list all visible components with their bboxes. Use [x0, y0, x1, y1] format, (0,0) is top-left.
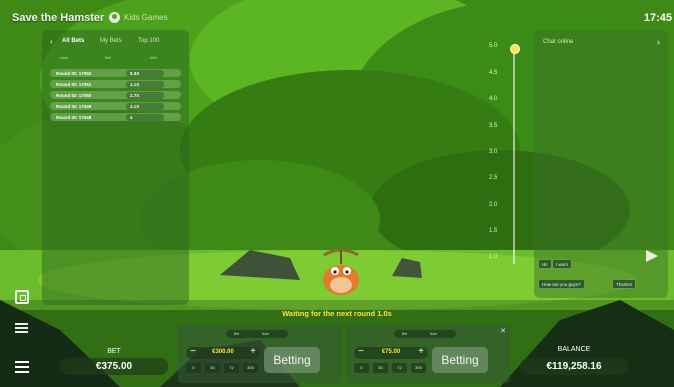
column-win: Win	[150, 55, 157, 60]
quick-amount-button[interactable]: 72	[392, 363, 407, 373]
round-status: Waiting for the next round 1.0s	[282, 309, 392, 318]
quick-amount-button[interactable]: 30	[373, 363, 388, 373]
round-id: Round ID: 17050	[56, 92, 92, 98]
top-bar: Save the Hamster Kids Games 17:45	[0, 0, 674, 30]
tab-top-100[interactable]: Top 100	[138, 38, 159, 44]
round-id: Round ID: 17052	[56, 70, 92, 76]
multiplier-pill: 4	[126, 113, 164, 121]
bet-mode-tabs: Bet Auto	[226, 330, 288, 338]
scale-tick: 2.5	[489, 175, 498, 181]
betting-button[interactable]: Betting	[432, 347, 488, 373]
quick-message-chip[interactable]: How are you guys?	[538, 279, 585, 289]
table-row[interactable]: Round ID: 17048 4	[50, 113, 181, 121]
quick-message-chip[interactable]: Thanks!	[612, 279, 637, 289]
scale-tick: 5.0	[489, 43, 498, 49]
quick-message-chip[interactable]: I won!	[552, 259, 573, 269]
table-row[interactable]: Round ID: 17051 1.1X	[50, 80, 181, 88]
multiplier-value: 4	[130, 114, 133, 120]
round-id: Round ID: 17051	[56, 81, 92, 87]
list-icon[interactable]	[15, 322, 29, 336]
scale-tick: 4.0	[489, 96, 498, 102]
screen-icon[interactable]	[15, 290, 29, 304]
minus-button[interactable]: −	[358, 346, 364, 357]
game-stage: Save the Hamster Kids Games 17:45 ‹ All …	[0, 0, 674, 387]
scale-tick: 1.0	[489, 254, 498, 260]
bet-box: Bet Auto ✕ − €75.00 + 5 30 72 300 Bettin…	[346, 325, 510, 383]
quick-amount-button[interactable]: 300	[411, 363, 426, 373]
quick-amount-button[interactable]: 5	[354, 363, 369, 373]
tab-all-bets[interactable]: All Bets	[62, 38, 84, 44]
stake-value[interactable]: €75.00	[372, 349, 410, 355]
scale-tick: 3.5	[489, 123, 498, 129]
stake-stepper: − €75.00 +	[354, 346, 428, 359]
tab-auto[interactable]: Auto	[262, 332, 269, 336]
plus-button[interactable]: +	[418, 346, 424, 357]
multiplier-scale: 5.0 4.5 4.0 3.5 3.0 2.5 2.0 1.5 1.0	[485, 40, 520, 270]
bets-panel: ‹ All Bets My Bets Top 100 User Bet Win …	[42, 30, 189, 305]
bets-tabs: ‹ All Bets My Bets Top 100	[42, 36, 189, 48]
multiplier-value: 5.3X	[130, 70, 140, 76]
multiplier-pill: 1.1X	[126, 102, 164, 110]
betting-button[interactable]: Betting	[264, 347, 320, 373]
scale-tick: 4.5	[489, 70, 498, 76]
send-icon[interactable]	[646, 250, 658, 262]
stake-value[interactable]: €300.00	[204, 349, 242, 355]
bet-box: Bet Auto − €300.00 + 5 30 72 300 Betting	[178, 325, 342, 383]
player-name: Kids Games	[124, 13, 168, 22]
chat-header: Chat online	[543, 39, 574, 45]
quick-amount-button[interactable]: 30	[205, 363, 220, 373]
quick-amount-button[interactable]: 5	[186, 363, 201, 373]
balance-amount: €119,258.16	[520, 358, 628, 375]
quick-amount-button[interactable]: 300	[243, 363, 258, 373]
bet-label: BET	[107, 348, 121, 355]
back-arrow-icon[interactable]: ‹	[50, 37, 53, 46]
tab-bet[interactable]: Bet	[402, 332, 407, 336]
round-id: Round ID: 17048	[56, 114, 92, 120]
scale-line	[513, 46, 515, 264]
table-row[interactable]: Round ID: 17049 1.1X	[50, 102, 181, 110]
round-id: Round ID: 17049	[56, 103, 92, 109]
stake-stepper: − €300.00 +	[186, 346, 260, 359]
close-icon[interactable]: ✕	[500, 327, 506, 335]
table-row[interactable]: Round ID: 17050 2.7X	[50, 91, 181, 99]
balance-label: BALANCE	[557, 346, 591, 353]
column-bet: Bet	[105, 55, 112, 60]
quick-amount-button[interactable]: 72	[224, 363, 239, 373]
scale-tick: 1.5	[489, 228, 498, 234]
multiplier-value: 2.7X	[130, 92, 140, 98]
quick-message-chip[interactable]: Hi!	[538, 259, 552, 269]
avatar[interactable]	[109, 12, 120, 23]
column-user: User	[60, 55, 69, 60]
app-title: Save the Hamster	[12, 12, 105, 24]
scale-indicator	[510, 44, 520, 54]
tab-my-bets[interactable]: My Bets	[100, 38, 122, 44]
scale-tick: 3.0	[489, 149, 498, 155]
multiplier-pill: 1.1X	[126, 80, 164, 88]
minus-button[interactable]: −	[190, 346, 196, 357]
tab-bet[interactable]: Bet	[234, 332, 239, 336]
bet-amount: €375.00	[60, 358, 168, 375]
multiplier-pill: 5.3X	[126, 69, 164, 77]
multiplier-value: 1.1X	[130, 103, 140, 109]
scale-tick: 2.0	[489, 202, 498, 208]
clock: 17:45	[643, 12, 672, 24]
menu-icon[interactable]	[15, 361, 29, 375]
plus-button[interactable]: +	[250, 346, 256, 357]
multiplier-pill: 2.7X	[126, 91, 164, 99]
table-row[interactable]: Round ID: 17052 5.3X	[50, 69, 181, 77]
multiplier-value: 1.1X	[130, 81, 140, 87]
tab-auto[interactable]: Auto	[430, 332, 437, 336]
bet-mode-tabs: Bet Auto	[394, 330, 456, 338]
forward-arrow-icon[interactable]: ›	[657, 37, 660, 47]
